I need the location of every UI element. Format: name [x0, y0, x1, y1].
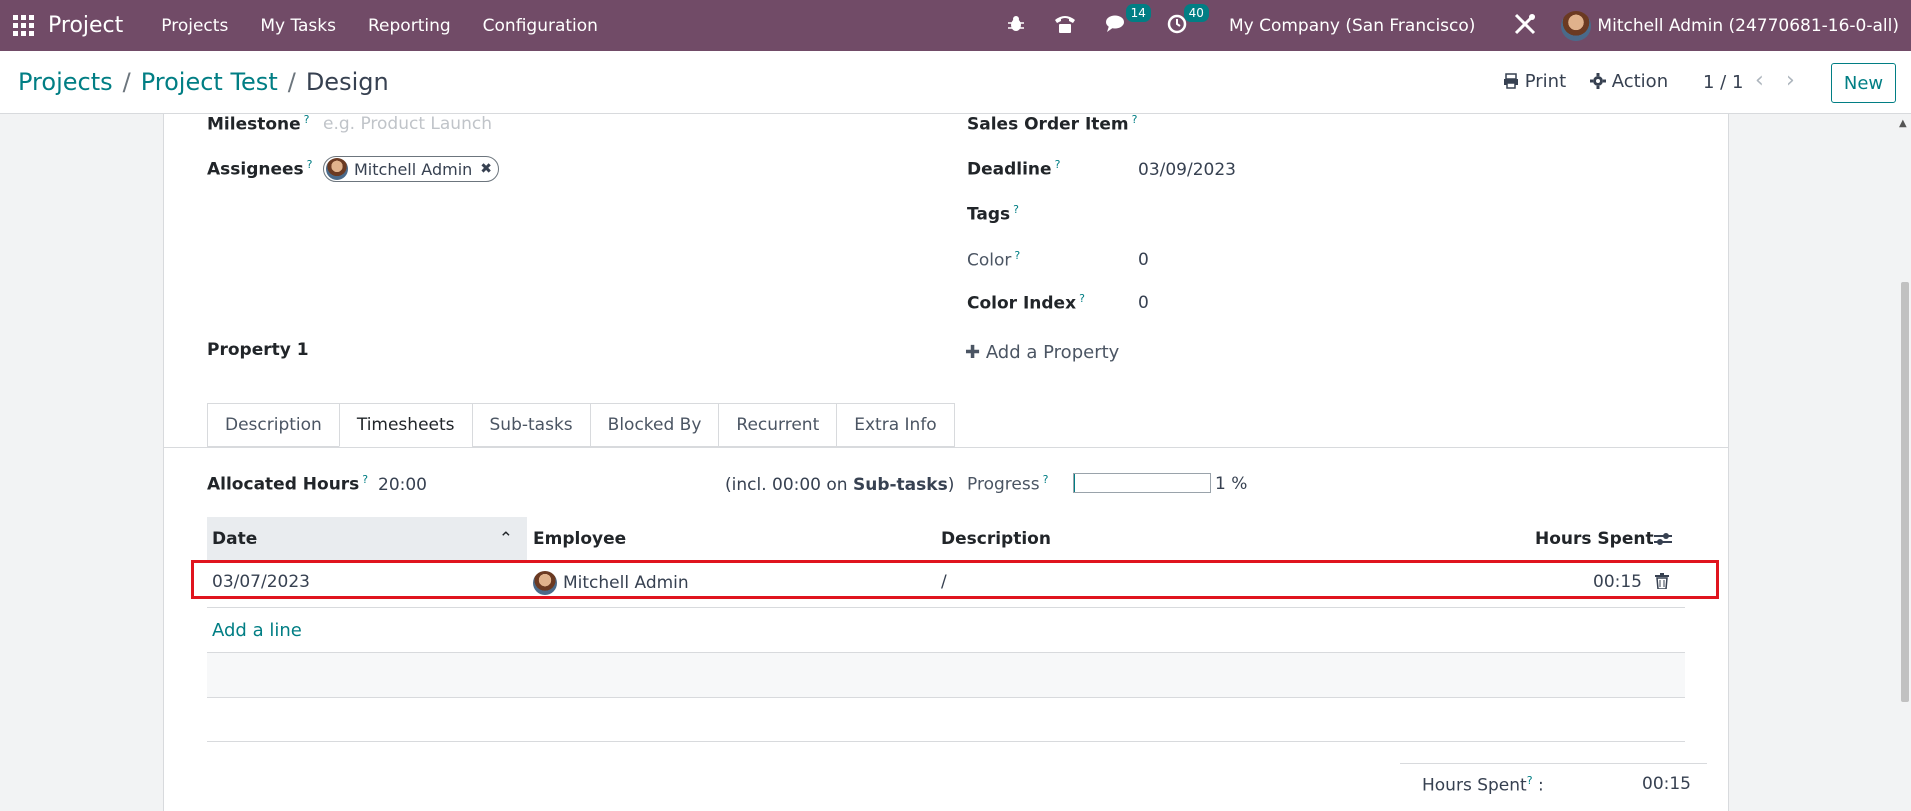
tab-sub-tasks[interactable]: Sub-tasks: [471, 403, 590, 447]
control-panel: Projects / Project Test / Design Print A…: [0, 51, 1911, 114]
phone-icon[interactable]: [1053, 14, 1077, 37]
menu-reporting[interactable]: Reporting: [368, 16, 451, 36]
sort-ascending-icon[interactable]: ⌃: [499, 529, 513, 549]
allocated-hours-label: Allocated Hours?: [207, 473, 369, 495]
help-icon[interactable]: ?: [1013, 203, 1019, 216]
column-header-employee[interactable]: Employee: [533, 517, 626, 561]
help-icon[interactable]: ?: [1527, 774, 1533, 787]
print-icon: [1504, 73, 1518, 89]
new-button[interactable]: New: [1831, 63, 1896, 103]
row-divider: [207, 607, 1685, 608]
plus-icon: ✚: [965, 342, 986, 363]
optional-columns-icon[interactable]: [1653, 517, 1673, 561]
empty-row: [207, 653, 1685, 697]
tags-label: Tags?: [967, 203, 1020, 225]
scroll-up-icon[interactable]: ▲: [1899, 118, 1907, 129]
help-icon[interactable]: ?: [1079, 292, 1085, 305]
progress-label: Progress?: [967, 473, 1049, 495]
total-hours-value: 00:15: [1642, 774, 1691, 794]
milestone-input[interactable]: e.g. Product Launch: [323, 114, 492, 134]
action-button[interactable]: Action: [1590, 71, 1668, 92]
tabs-divider: [164, 447, 1728, 448]
row-divider: [207, 697, 1685, 698]
bug-icon[interactable]: [1007, 15, 1025, 36]
form-sheet: [163, 114, 1729, 811]
notebook-tabs: Description Timesheets Sub-tasks Blocked…: [207, 403, 955, 447]
breadcrumb-project-test[interactable]: Project Test: [141, 68, 278, 96]
user-name: Mitchell Admin (24770681-16-0-all): [1597, 15, 1899, 36]
breadcrumb-current: Design: [305, 68, 389, 96]
assignee-avatar: [326, 158, 348, 180]
allocated-hours-input[interactable]: 20:00: [378, 475, 427, 495]
tools-icon[interactable]: [1513, 12, 1537, 39]
row-highlight-box: [191, 560, 1719, 599]
chat-icon[interactable]: 14: [1105, 4, 1151, 37]
total-hours-label: Hours Spent? :: [1422, 774, 1544, 796]
sales-order-item-label: Sales Order Item?: [967, 113, 1138, 135]
user-avatar: [1561, 10, 1592, 41]
breadcrumb: Projects / Project Test / Design: [18, 68, 389, 96]
print-button[interactable]: Print: [1503, 71, 1566, 92]
assignees-label: Assignees?: [207, 158, 313, 180]
help-icon[interactable]: ?: [1132, 113, 1138, 126]
help-icon[interactable]: ?: [1014, 249, 1020, 262]
activity-clock-icon[interactable]: 40: [1167, 4, 1209, 37]
help-icon[interactable]: ?: [1055, 158, 1061, 171]
deadline-label: Deadline?: [967, 158, 1061, 180]
help-icon[interactable]: ?: [1043, 473, 1049, 486]
pager-next-icon[interactable]: ›: [1786, 68, 1795, 93]
color-label: Color?: [967, 249, 1021, 271]
tab-extra-info[interactable]: Extra Info: [836, 403, 955, 447]
app-brand[interactable]: Project: [48, 13, 123, 38]
apps-menu-icon[interactable]: [12, 15, 34, 37]
column-header-hours-spent[interactable]: Hours Spent: [1535, 517, 1654, 561]
user-menu[interactable]: Mitchell Admin (24770681-16-0-all): [1561, 10, 1899, 41]
progress-bar: [1073, 473, 1211, 493]
help-icon[interactable]: ?: [304, 113, 310, 126]
total-divider: [1400, 763, 1707, 764]
table-footer-divider: [207, 741, 1685, 742]
color-index-input[interactable]: 0: [1138, 293, 1149, 313]
menu-configuration[interactable]: Configuration: [483, 16, 598, 36]
tab-recurrent[interactable]: Recurrent: [718, 403, 837, 447]
top-navbar: Project Projects My Tasks Reporting Conf…: [0, 0, 1911, 51]
gear-icon: [1590, 73, 1606, 89]
scrollbar[interactable]: [1897, 114, 1911, 811]
milestone-label: Milestone?: [207, 113, 310, 135]
menu-my-tasks[interactable]: My Tasks: [260, 16, 336, 36]
color-index-label: Color Index?: [967, 292, 1085, 314]
progress-value: 1 %: [1215, 474, 1248, 494]
tab-timesheets[interactable]: Timesheets: [338, 403, 472, 447]
breadcrumb-separator: /: [287, 68, 296, 96]
menu-projects[interactable]: Projects: [161, 16, 228, 36]
add-property-button[interactable]: ✚ Add a Property: [965, 342, 1119, 363]
breadcrumb-projects[interactable]: Projects: [18, 68, 113, 96]
column-header-description[interactable]: Description: [941, 517, 1051, 561]
remove-tag-icon[interactable]: ✖: [480, 161, 492, 177]
tab-description[interactable]: Description: [207, 403, 339, 447]
breadcrumb-separator: /: [122, 68, 131, 96]
pager-previous-icon[interactable]: ‹: [1755, 68, 1764, 93]
company-switcher[interactable]: My Company (San Francisco): [1229, 16, 1475, 36]
deadline-input[interactable]: 03/09/2023: [1138, 160, 1236, 180]
help-icon[interactable]: ?: [362, 473, 368, 486]
scrollbar-thumb[interactable]: [1901, 282, 1909, 702]
column-header-date[interactable]: Date ⌃: [207, 517, 527, 561]
assignee-tag[interactable]: Mitchell Admin ✖: [323, 156, 500, 182]
navbar-systray: 14 40 My Company (San Francisco) Mitchel…: [993, 0, 1899, 51]
activity-badge: 40: [1183, 4, 1209, 23]
action-label: Action: [1611, 71, 1669, 92]
print-label: Print: [1524, 71, 1567, 92]
chat-badge: 14: [1125, 4, 1151, 23]
color-input[interactable]: 0: [1138, 250, 1149, 270]
pager-value[interactable]: 1 / 1: [1703, 72, 1743, 93]
subtasks-hours-note: (incl. 00:00 on Sub-tasks): [725, 475, 955, 495]
property-1-label: Property 1: [207, 340, 309, 360]
help-icon[interactable]: ?: [307, 158, 313, 171]
tab-blocked-by[interactable]: Blocked By: [589, 403, 719, 447]
assignee-name: Mitchell Admin: [354, 159, 473, 179]
progress-fill: [1074, 474, 1076, 492]
add-line-link[interactable]: Add a line: [212, 620, 302, 641]
